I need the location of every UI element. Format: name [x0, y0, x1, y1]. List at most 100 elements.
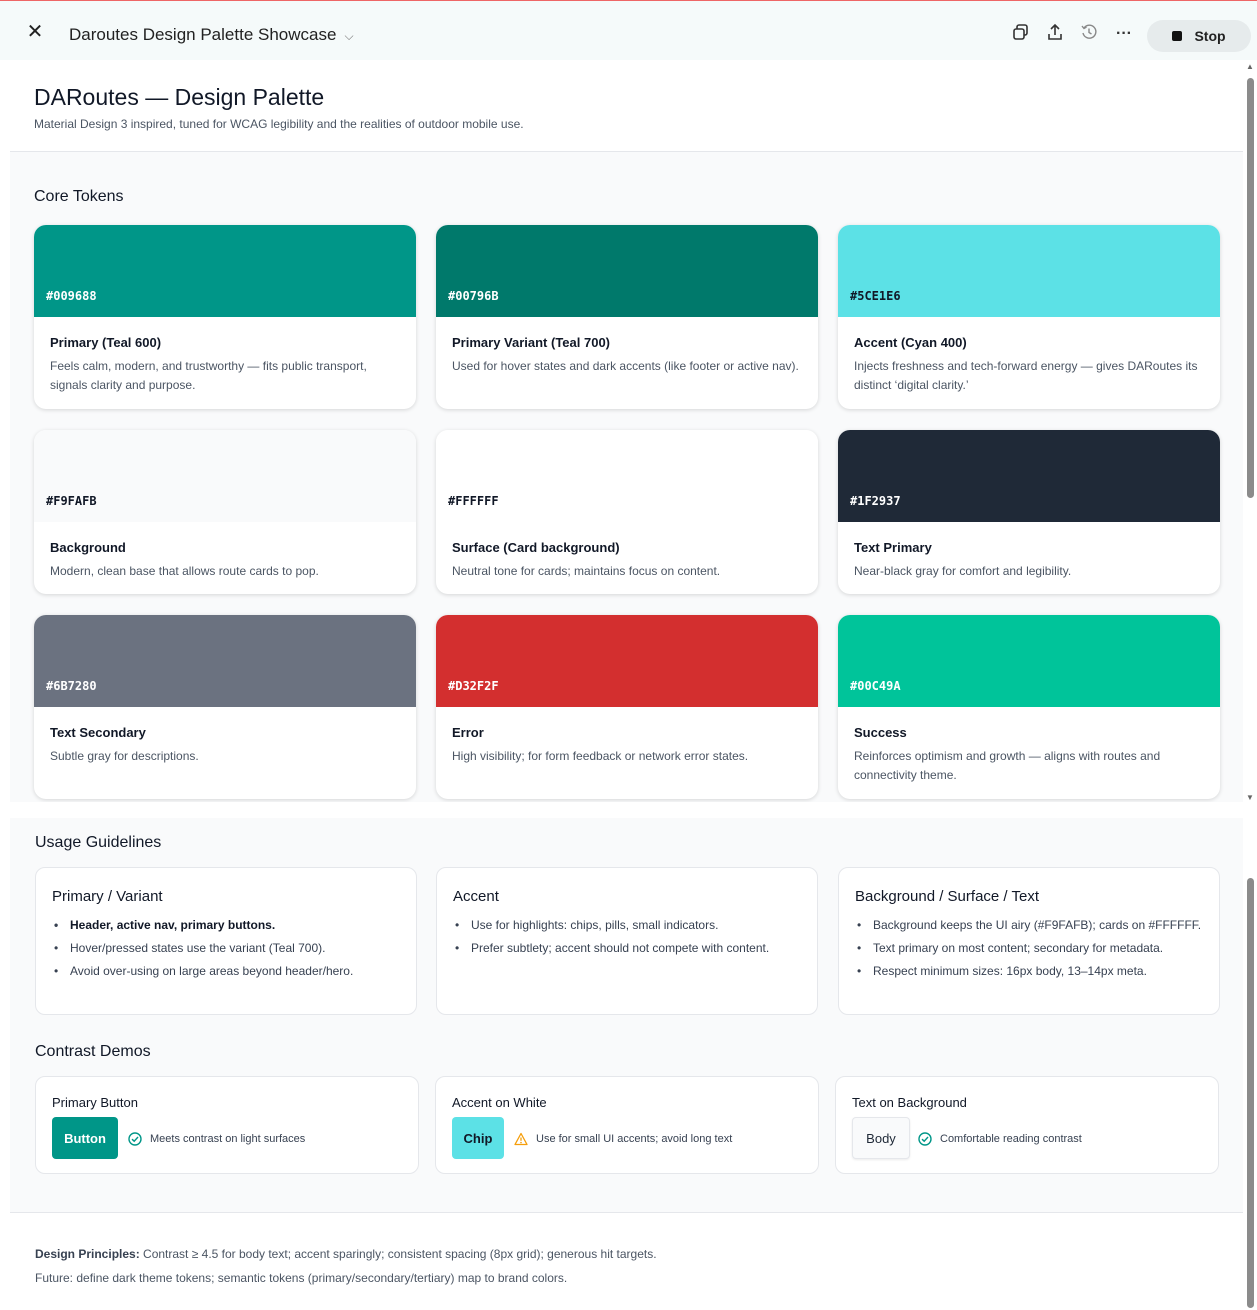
copy-icon[interactable] [1010, 23, 1032, 45]
list-item: Prefer subtlety; accent should not compe… [453, 939, 808, 958]
token-name: Background [50, 540, 126, 555]
token-hex: #1F2937 [850, 494, 901, 508]
warning-icon [514, 1132, 528, 1146]
list-item: Avoid over-using on large areas beyond h… [52, 962, 407, 981]
history-icon[interactable] [1078, 23, 1100, 45]
token-card: #FFFFFF Surface (Card background) Neutra… [436, 430, 818, 594]
scrollbar[interactable]: ▲ ▼ [1245, 62, 1255, 802]
demo-note: Use for small UI accents; avoid long tex… [514, 1132, 732, 1146]
share-icon[interactable] [1044, 23, 1066, 45]
scroll-up-icon[interactable]: ▲ [1245, 62, 1255, 71]
scrollbar[interactable] [1245, 818, 1255, 1310]
demo-sample-body[interactable]: Body [852, 1117, 910, 1159]
color-swatch: #F9FAFB [34, 430, 416, 522]
token-description: Subtle gray for descriptions. [50, 749, 199, 763]
color-swatch: #1F2937 [838, 430, 1220, 522]
usage-card: Primary / Variant Header, active nav, pr… [35, 867, 417, 1015]
window-title-text: Daroutes Design Palette Showcase [69, 25, 337, 44]
demo-sample-button[interactable]: Button [52, 1117, 118, 1159]
token-name: Text Primary [854, 540, 932, 555]
demo-title: Text on Background [852, 1095, 967, 1110]
usage-card: Background / Surface / Text Background k… [838, 867, 1220, 1015]
principles-line: Design Principles: Contrast ≥ 4.5 for bo… [35, 1247, 657, 1261]
token-name: Primary Variant (Teal 700) [452, 335, 611, 350]
core-tokens-title: Core Tokens [34, 188, 124, 205]
more-icon[interactable]: ··· [1113, 23, 1135, 45]
list-item: Respect minimum sizes: 16px body, 13–14p… [855, 962, 1210, 981]
token-hex: #009688 [46, 289, 97, 303]
list-item: Header, active nav, primary buttons. [52, 916, 407, 935]
demo-sample-chip[interactable]: Chip [452, 1117, 504, 1159]
usage-card-title: Accent [453, 888, 499, 905]
usage-card: Accent Use for highlights: chips, pills,… [436, 867, 818, 1015]
token-description: High visibility; for form feedback or ne… [452, 749, 749, 763]
page-header: DARoutes — Design Palette Material Desig… [10, 60, 1243, 152]
usage-list: Use for highlights: chips, pills, small … [453, 916, 808, 962]
contrast-demo-card: Primary Button Button Meets contrast on … [35, 1076, 419, 1174]
token-name: Surface (Card background) [452, 540, 620, 555]
color-swatch: #D32F2F [436, 615, 818, 707]
list-item: Hover/pressed states use the variant (Te… [52, 939, 407, 958]
demo-note: Meets contrast on light surfaces [128, 1132, 305, 1146]
token-name: Primary (Teal 600) [50, 335, 162, 350]
close-icon[interactable]: ✕ [24, 21, 46, 43]
color-swatch: #009688 [34, 225, 416, 317]
token-card: #D32F2F Error High visibility; for form … [436, 615, 818, 799]
page-subtitle: Material Design 3 inspired, tuned for WC… [34, 117, 524, 131]
scrollbar-thumb[interactable] [1247, 78, 1254, 498]
token-card: #6B7280 Text Secondary Subtle gray for d… [34, 615, 416, 799]
contrast-demo-card: Text on Background Body Comfortable read… [835, 1076, 1219, 1174]
token-card: #00796B Primary Variant (Teal 700) Used … [436, 225, 818, 409]
token-description: Feels calm, modern, and trustworthy — fi… [50, 359, 367, 392]
color-swatch: #FFFFFF [436, 430, 818, 522]
token-hex: #D32F2F [448, 679, 499, 693]
token-name: Accent (Cyan 400) [854, 335, 967, 350]
token-hex: #00796B [448, 289, 499, 303]
token-name: Success [854, 725, 907, 740]
token-card: #1F2937 Text Primary Near-black gray for… [838, 430, 1220, 594]
token-description: Used for hover states and dark accents (… [452, 359, 799, 373]
token-description: Reinforces optimism and growth — aligns … [854, 749, 1161, 782]
future-line: Future: define dark theme tokens; semant… [35, 1271, 568, 1285]
check-circle-icon [918, 1132, 932, 1146]
scroll-down-icon[interactable]: ▼ [1245, 793, 1255, 802]
demo-note-text: Meets contrast on light surfaces [150, 1133, 306, 1145]
token-hex: #FFFFFF [448, 494, 499, 508]
token-card: #F9FAFB Background Modern, clean base th… [34, 430, 416, 594]
color-swatch: #5CE1E6 [838, 225, 1220, 317]
window-title[interactable]: Daroutes Design Palette Showcase ⌵ [69, 25, 354, 45]
token-card: #00C49A Success Reinforces optimism and … [838, 615, 1220, 799]
demo-note-text: Comfortable reading contrast [940, 1133, 1082, 1145]
token-description: Modern, clean base that allows route car… [50, 564, 319, 578]
demo-title: Accent on White [452, 1095, 547, 1110]
stop-icon [1172, 31, 1183, 41]
usage-list: Background keeps the UI airy (#F9FAFB); … [855, 916, 1210, 985]
list-item: Text primary on most content; secondary … [855, 939, 1210, 958]
principles-label: Design Principles: [35, 1247, 140, 1261]
token-name: Text Secondary [50, 725, 146, 740]
palette-frame: DARoutes — Design Palette Material Desig… [10, 60, 1243, 802]
color-swatch: #00796B [436, 225, 818, 317]
color-swatch: #6B7280 [34, 615, 416, 707]
token-description: Near-black gray for comfort and legibili… [854, 564, 1072, 578]
usage-card-title: Background / Surface / Text [855, 888, 1039, 905]
contrast-title: Contrast Demos [35, 1043, 151, 1060]
token-hex: #5CE1E6 [850, 289, 901, 303]
color-swatch: #00C49A [838, 615, 1220, 707]
stop-button[interactable]: Stop [1147, 20, 1251, 52]
token-hex: #6B7280 [46, 679, 97, 693]
page-title: DARoutes — Design Palette [34, 84, 325, 110]
usage-title: Usage Guidelines [35, 834, 162, 851]
list-item: Background keeps the UI airy (#F9FAFB); … [855, 916, 1210, 935]
token-hex: #00C49A [850, 679, 901, 693]
demo-note: Comfortable reading contrast [918, 1132, 1082, 1146]
guidelines-frame: Usage Guidelines Primary / Variant Heade… [10, 818, 1243, 1310]
stop-label: Stop [1194, 28, 1226, 44]
list-item: Use for highlights: chips, pills, small … [453, 916, 808, 935]
token-card: #5CE1E6 Accent (Cyan 400) Injects freshn… [838, 225, 1220, 409]
token-name: Error [452, 725, 484, 740]
scrollbar-thumb[interactable] [1247, 878, 1254, 1308]
token-card: #009688 Primary (Teal 600) Feels calm, m… [34, 225, 416, 409]
demo-note-text: Use for small UI accents; avoid long tex… [536, 1133, 733, 1145]
token-hex: #F9FAFB [46, 494, 97, 508]
